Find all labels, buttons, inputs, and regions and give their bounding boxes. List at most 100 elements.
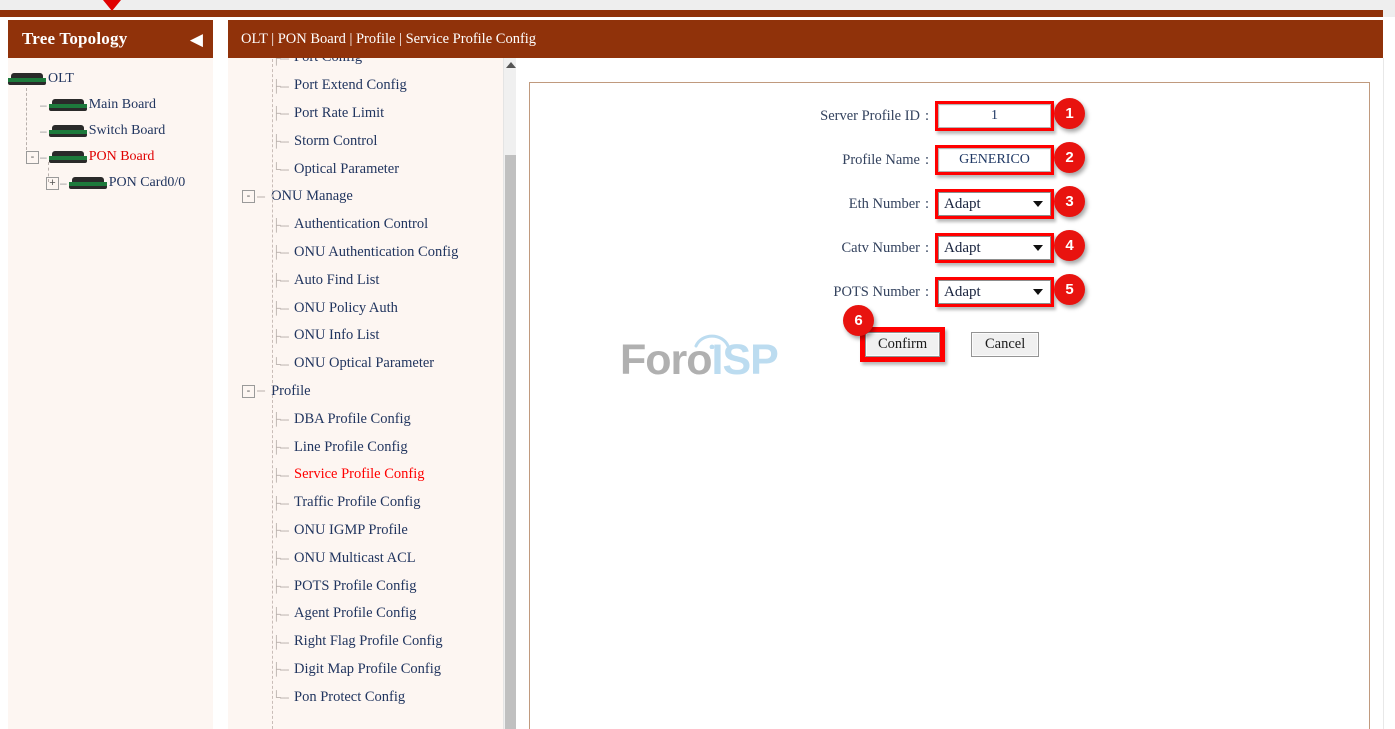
scroll-up-arrow-icon[interactable]	[506, 62, 516, 68]
nav-menu-panel: ├---Port Config├---Port Extend Config├--…	[228, 58, 503, 729]
chevron-down-icon[interactable]	[1033, 245, 1044, 251]
form-button-row: Confirm Cancel	[860, 327, 1040, 362]
menu-item-connector: ├---	[272, 495, 290, 510]
red-triangle-cursor-icon	[103, 0, 121, 11]
eth-number-select[interactable]: Adapt	[938, 192, 1052, 216]
callout-badge-3: 3	[1054, 186, 1085, 217]
form-label-colon: :	[925, 195, 930, 212]
menu-item-traffic-profile-config[interactable]: ├--- Traffic Profile Config	[242, 489, 503, 517]
server-profile-id-input[interactable]: 1	[938, 104, 1052, 128]
menu-item-connector: ├---	[272, 440, 290, 455]
form-label: Server Profile ID	[820, 107, 920, 124]
chevron-down-icon[interactable]	[1033, 289, 1044, 295]
menu-item-connector: ├---	[272, 412, 290, 427]
callout-badge-1: 1	[1054, 98, 1085, 129]
menu-item-onu-manage[interactable]: - – ONU Manage	[242, 183, 503, 211]
menu-group-toggle-icon[interactable]: -	[242, 384, 255, 398]
menu-group-toggle-icon[interactable]: -	[242, 190, 255, 204]
tree-toggle-collapse-icon[interactable]: -	[26, 150, 39, 164]
app-root: Tree Topology ◀ OLT | PON Board | Profil…	[0, 0, 1395, 729]
menu-item-service-profile-config[interactable]: ├--- Service Profile Config	[242, 461, 503, 489]
pots-number-select[interactable]: Adapt	[938, 280, 1052, 304]
profile-name-input[interactable]: GENERICO	[938, 148, 1052, 172]
menu-item-label: ONU Policy Auth	[294, 299, 398, 316]
form-row-pots-number: POTS Number: Adapt	[680, 277, 1240, 307]
form-row-profile-name: Profile Name: GENERICO	[680, 145, 1240, 175]
collapse-left-arrow-icon[interactable]: ◀	[190, 31, 203, 48]
tree-guideline	[26, 88, 27, 150]
top-brown-strip	[0, 10, 1383, 17]
tree-node-main-board[interactable]: – Main Board	[8, 92, 213, 118]
tree-connector: –	[40, 124, 47, 138]
menu-item-port-extend-config[interactable]: ├--- Port Extend Config	[242, 72, 503, 100]
confirm-button[interactable]: Confirm	[865, 332, 941, 357]
menu-group-connector: –	[257, 383, 266, 400]
menu-item-digit-map-profile-config[interactable]: ├--- Digit Map Profile Config	[242, 656, 503, 684]
menu-item-connector: ├---	[272, 245, 290, 260]
watermark-part2: ISP	[711, 336, 779, 384]
select-value: Adapt	[944, 283, 981, 300]
tree-node-pon-board[interactable]: - – PON Board	[8, 144, 213, 170]
menu-item-connector: ├---	[272, 134, 290, 149]
menu-item-right-flag-profile-config[interactable]: ├--- Right Flag Profile Config	[242, 628, 503, 656]
form-row-catv-number: Catv Number: Adapt	[680, 233, 1240, 263]
board-device-icon	[68, 177, 107, 189]
menu-item-pots-profile-config[interactable]: ├--- POTS Profile Config	[242, 572, 503, 600]
chevron-down-icon[interactable]	[1033, 201, 1044, 207]
form-label-colon: :	[925, 107, 930, 124]
menu-item-agent-profile-config[interactable]: ├--- Agent Profile Config	[242, 600, 503, 628]
menu-item-connector: ├---	[272, 551, 290, 566]
menu-item-storm-control[interactable]: ├--- Storm Control	[242, 127, 503, 155]
highlight-box: Adapt	[935, 233, 1055, 263]
menu-item-label: Optical Parameter	[294, 160, 400, 177]
menu-item-onu-info-list[interactable]: ├--- ONU Info List	[242, 322, 503, 350]
menu-item-connector: ├---	[272, 328, 290, 343]
menu-item-label: Right Flag Profile Config	[294, 633, 443, 650]
form-label-colon: :	[925, 239, 930, 256]
tree-connector: –	[40, 150, 47, 164]
menu-item-port-config[interactable]: ├---Port Config	[242, 58, 503, 72]
nav-menu-scrollbar[interactable]	[503, 58, 516, 729]
menu-item-line-profile-config[interactable]: ├--- Line Profile Config	[242, 433, 503, 461]
cancel-button[interactable]: Cancel	[971, 332, 1040, 357]
menu-item-dba-profile-config[interactable]: ├--- DBA Profile Config	[242, 405, 503, 433]
menu-item-label: Profile	[271, 382, 311, 399]
scrollbar-thumb[interactable]	[505, 155, 516, 729]
menu-item-onu-policy-auth[interactable]: ├--- ONU Policy Auth	[242, 294, 503, 322]
content-area: Server Profile ID:1 1 Profile Name: GENERIC…	[516, 58, 1383, 729]
breadcrumb-bar: OLT | PON Board | Profile | Service Prof…	[228, 20, 1383, 58]
menu-item-profile[interactable]: - – Profile	[242, 378, 503, 406]
menu-item-label: Pon Protect Config	[294, 688, 406, 705]
tree-node-label: Switch Board	[88, 123, 166, 138]
menu-item-onu-multicast-acl[interactable]: ├--- ONU Multicast ACL	[242, 544, 503, 572]
menu-item-connector: ├---	[272, 467, 290, 482]
menu-item-label: Service Profile Config	[294, 466, 425, 483]
menu-item-onu-igmp-profile[interactable]: ├--- ONU IGMP Profile	[242, 517, 503, 545]
tree-node-label: OLT	[48, 71, 74, 86]
menu-item-onu-optical-parameter[interactable]: └--- ONU Optical Parameter	[242, 350, 503, 378]
menu-item-label: ONU Manage	[271, 188, 353, 205]
menu-item-port-rate-limit[interactable]: ├--- Port Rate Limit	[242, 100, 503, 128]
menu-item-pon-protect-config[interactable]: └--- Pon Protect Config	[242, 683, 503, 711]
menu-item-label: ONU IGMP Profile	[294, 521, 408, 538]
catv-number-select[interactable]: Adapt	[938, 236, 1052, 260]
service-profile-form: Server Profile ID:1 1 Profile Name: GENERIC…	[530, 83, 1369, 729]
tree-node-pon-card0-0[interactable]: + – PON Card0/0	[8, 170, 213, 196]
menu-item-auto-find-list[interactable]: ├--- Auto Find List	[242, 266, 503, 294]
tree-topology-header: Tree Topology ◀	[8, 20, 213, 58]
menu-item-onu-authentication-config[interactable]: ├--- ONU Authentication Config	[242, 239, 503, 267]
menu-item-authentication-control[interactable]: ├--- Authentication Control	[242, 211, 503, 239]
tree-node-label: PON Card0/0	[108, 175, 186, 190]
form-label-colon: :	[925, 283, 930, 300]
menu-item-label: ONU Optical Parameter	[294, 355, 435, 372]
menu-item-connector: ├---	[272, 301, 290, 316]
form-label: POTS Number	[833, 283, 920, 300]
menu-item-connector: ├---	[272, 662, 290, 677]
menu-item-connector: └---	[272, 356, 290, 371]
menu-item-label: Agent Profile Config	[294, 605, 417, 622]
menu-item-connector: ├---	[272, 579, 290, 594]
tree-node-olt[interactable]: OLT	[8, 66, 213, 92]
tree-node-switch-board[interactable]: – Switch Board	[8, 118, 213, 144]
menu-item-optical-parameter[interactable]: └--- Optical Parameter	[242, 155, 503, 183]
tree-topology-panel: OLT – Main Board – Switch Board - – PON Board + –…	[8, 58, 213, 729]
